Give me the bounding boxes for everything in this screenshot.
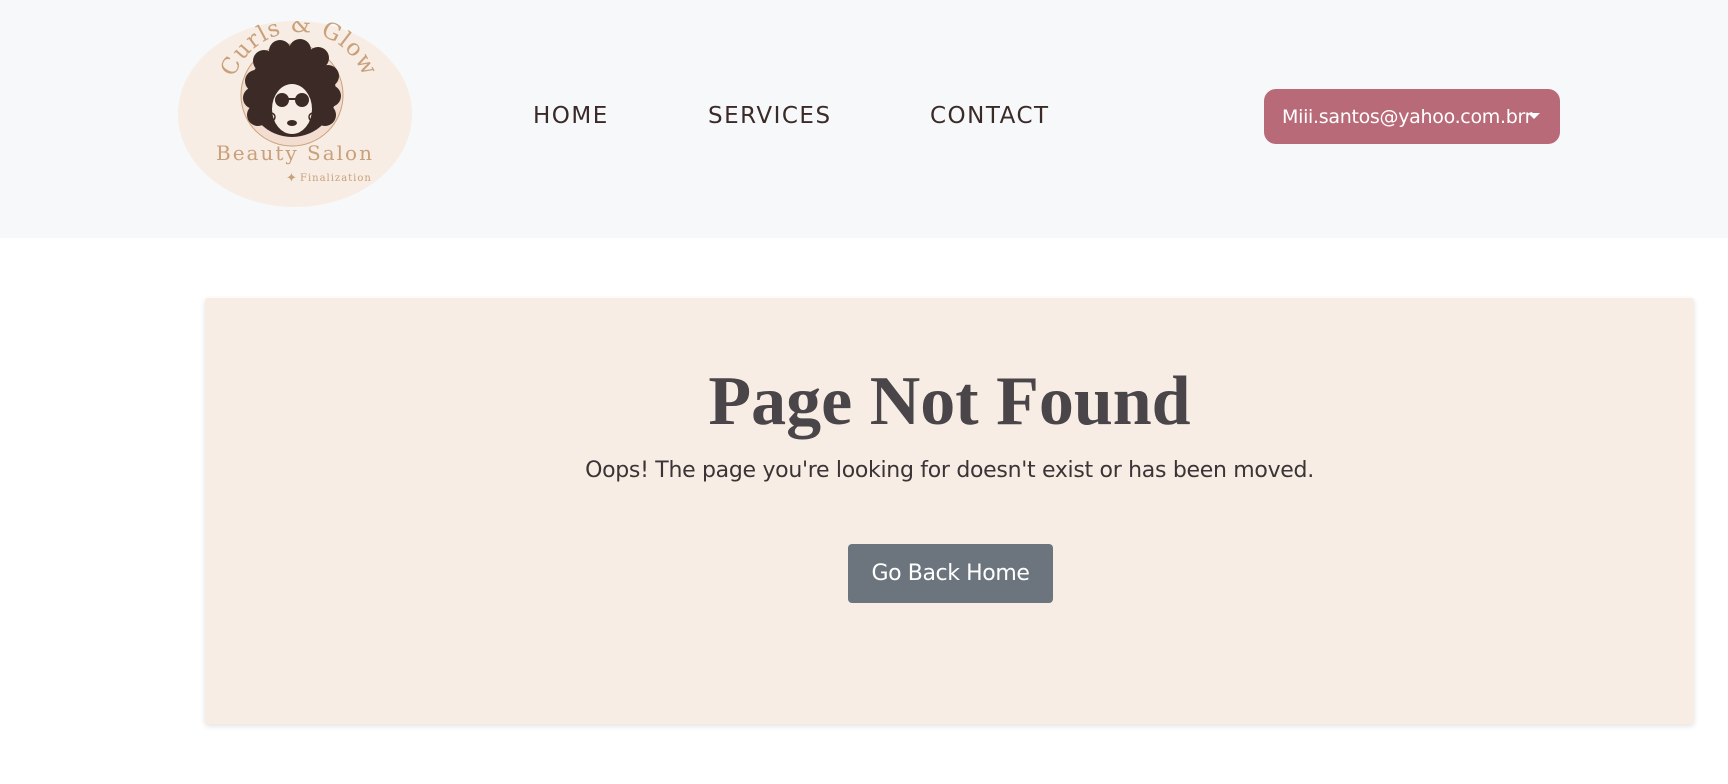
site-header: Curls & Glow Beauty Salon ✦ Finalization… [0, 0, 1728, 238]
logo-salon-label: Beauty Salon [216, 141, 374, 165]
nav-services-link[interactable]: SERVICES [708, 102, 832, 130]
logo-tagline: Finalization [300, 173, 372, 184]
sparkle-icon: ✦ [286, 170, 297, 185]
logo-badge: Curls & Glow Beauty Salon ✦ Finalization [178, 21, 412, 207]
nav-contact-link[interactable]: CONTACT [930, 102, 1050, 130]
page-title: Page Not Found [708, 363, 1191, 440]
error-message: Oops! The page you're looking for doesn'… [585, 458, 1314, 483]
user-email: Miii.santos@yahoo.com.brr [1282, 105, 1533, 128]
salon-logo[interactable]: Curls & Glow Beauty Salon ✦ Finalization [178, 21, 413, 208]
nav-home-link[interactable]: HOME [533, 102, 609, 130]
not-found-card: Page Not Found Oops! The page you're loo… [205, 298, 1694, 724]
caret-down-icon [1528, 113, 1540, 119]
user-account-dropdown[interactable]: Miii.santos@yahoo.com.brr [1264, 89, 1560, 144]
go-back-home-button[interactable]: Go Back Home [848, 544, 1053, 603]
